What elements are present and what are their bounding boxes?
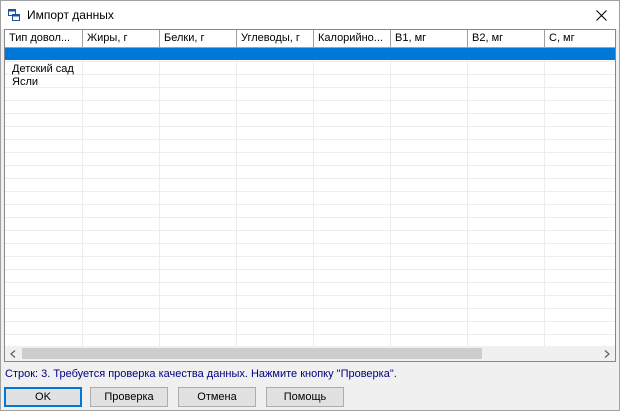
close-icon	[595, 9, 607, 21]
help-button[interactable]: Помощь	[266, 387, 344, 407]
table-row-selected[interactable]	[5, 48, 615, 60]
title-bar[interactable]: Импорт данных	[1, 1, 619, 29]
scroll-left-button[interactable]	[5, 346, 21, 361]
column-divider	[467, 30, 468, 346]
import-dialog: Импорт данных Тип довол... Жиры, г Белки…	[0, 0, 620, 411]
check-button[interactable]: Проверка	[90, 387, 168, 407]
status-message: Строк: 3. Требуется проверка качества да…	[5, 368, 397, 380]
column-header-protein[interactable]: Белки, г	[160, 30, 237, 47]
table-row[interactable]: Детский сад	[12, 63, 74, 75]
scroll-thumb[interactable]	[22, 348, 482, 359]
grid-header: Тип довол... Жиры, г Белки, г Углеводы, …	[5, 30, 615, 48]
data-grid[interactable]: Тип довол... Жиры, г Белки, г Углеводы, …	[4, 29, 616, 362]
cancel-button[interactable]: Отмена	[178, 387, 256, 407]
ok-button[interactable]: OK	[4, 387, 82, 407]
window-title: Импорт данных	[27, 8, 114, 22]
column-divider	[544, 30, 545, 346]
app-icon	[8, 9, 20, 21]
column-divider	[82, 30, 83, 346]
column-divider	[159, 30, 160, 346]
close-button[interactable]	[583, 1, 619, 29]
chevron-right-icon	[604, 349, 610, 358]
column-divider	[236, 30, 237, 346]
column-divider	[313, 30, 314, 346]
chevron-left-icon	[10, 349, 16, 358]
column-header-b2[interactable]: B2, мг	[468, 30, 545, 47]
column-header-carbs[interactable]: Углеводы, г	[237, 30, 314, 47]
column-header-type[interactable]: Тип довол...	[5, 30, 83, 47]
horizontal-scrollbar[interactable]	[5, 346, 615, 361]
grid-background	[5, 30, 615, 346]
table-row[interactable]: Ясли	[12, 76, 38, 88]
column-header-b1[interactable]: B1, мг	[391, 30, 468, 47]
column-header-fat[interactable]: Жиры, г	[83, 30, 160, 47]
column-divider	[390, 30, 391, 346]
column-header-c[interactable]: C, мг	[545, 30, 615, 47]
column-header-calories[interactable]: Калорийно...	[314, 30, 391, 47]
scroll-right-button[interactable]	[599, 346, 615, 361]
